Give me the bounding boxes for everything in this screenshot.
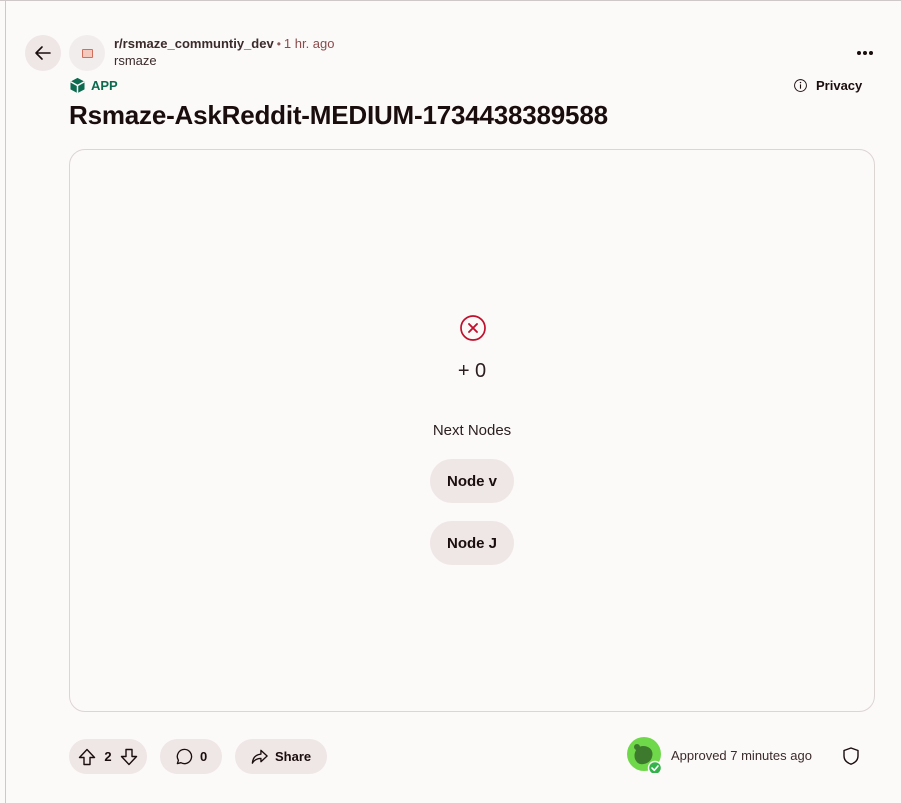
moderator-avatar[interactable] <box>627 737 663 773</box>
vote-control: 2 <box>69 739 147 774</box>
more-options-button[interactable] <box>848 38 882 68</box>
vote-count: 2 <box>104 749 112 764</box>
top-border <box>0 0 901 1</box>
comments-button[interactable]: 0 <box>160 739 222 774</box>
mod-shield-button[interactable] <box>838 743 864 769</box>
post-title: Rsmaze-AskReddit-MEDIUM-1734438389588 <box>69 100 608 130</box>
share-icon <box>251 749 268 764</box>
subreddit-icon <box>81 48 93 58</box>
app-badge-label: APP <box>91 78 118 93</box>
share-button[interactable]: Share <box>235 739 327 774</box>
node-button[interactable]: Node J <box>430 521 514 565</box>
info-icon <box>794 79 807 92</box>
app-embed-card: + 0 Next Nodes Node v Node J <box>69 149 875 712</box>
meta-separator: • <box>276 37 281 51</box>
upvote-icon[interactable] <box>77 747 97 767</box>
next-nodes-label: Next Nodes <box>432 422 512 439</box>
x-circle-icon <box>460 315 486 341</box>
dot-icon <box>863 51 867 55</box>
subreddit-avatar[interactable] <box>69 35 105 71</box>
author-link[interactable]: rsmaze <box>114 53 335 69</box>
left-border <box>5 0 6 803</box>
post-time: 1 hr. ago <box>283 36 335 51</box>
back-button[interactable] <box>25 35 61 71</box>
node-button[interactable]: Node v <box>430 459 514 503</box>
dot-icon <box>857 51 861 55</box>
comment-icon <box>176 748 193 765</box>
share-label: Share <box>275 749 312 764</box>
privacy-button[interactable]: Privacy <box>793 78 862 93</box>
post-meta: r/rsmaze_communtiy_dev • 1 hr. ago rsmaze <box>114 36 335 69</box>
dot-icon <box>869 51 873 55</box>
privacy-label: Privacy <box>816 78 863 93</box>
downvote-icon[interactable] <box>119 747 139 767</box>
shield-icon <box>843 747 859 765</box>
score-text: + 0 <box>457 360 487 382</box>
arrow-left-icon <box>35 46 51 60</box>
subreddit-link[interactable]: r/rsmaze_communtiy_dev <box>114 36 274 51</box>
comment-count: 0 <box>200 749 208 764</box>
approved-status: Approved 7 minutes ago <box>671 748 812 763</box>
cube-icon <box>70 77 85 94</box>
app-badge: APP <box>69 77 118 94</box>
